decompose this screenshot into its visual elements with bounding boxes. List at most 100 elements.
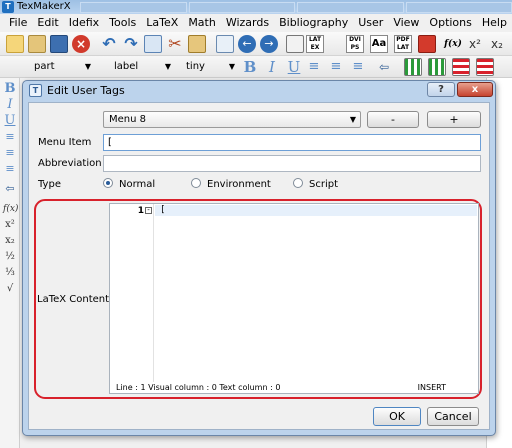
menu-edit[interactable]: Edit bbox=[32, 14, 63, 32]
subscript-superscript-icon[interactable]: x² bbox=[466, 35, 484, 53]
paste-icon[interactable] bbox=[188, 35, 206, 53]
background-tab bbox=[188, 2, 295, 13]
previous-icon[interactable]: ← bbox=[238, 35, 256, 53]
table-hline-icon[interactable] bbox=[476, 58, 494, 76]
align-left-icon[interactable]: ≡ bbox=[3, 130, 17, 144]
menu-options[interactable]: Options bbox=[424, 14, 476, 32]
radio-checked-icon bbox=[103, 178, 113, 188]
return-icon[interactable]: ⇦ bbox=[376, 59, 392, 75]
cut-icon[interactable]: ✂ bbox=[166, 35, 184, 53]
menu-tools[interactable]: Tools bbox=[104, 14, 141, 32]
bold-icon[interactable]: B bbox=[242, 59, 258, 75]
underline-icon[interactable]: U bbox=[3, 114, 17, 128]
chevron-down-icon: ▼ bbox=[164, 62, 171, 71]
references-combo[interactable]: label ▼ bbox=[110, 59, 174, 75]
fraction-icon[interactable]: ½ bbox=[3, 250, 17, 264]
structure-view-icon[interactable] bbox=[216, 35, 234, 53]
texmakerx-app-icon: T bbox=[2, 1, 14, 13]
open-folder-icon[interactable] bbox=[28, 35, 46, 53]
main-toolbar: × ↶ ↷ ✂ ← → LAT EX DVI PS Aa PDF LAT f(x… bbox=[0, 32, 512, 56]
copy-icon[interactable] bbox=[144, 35, 162, 53]
dvi-to-ps-icon[interactable]: DVI PS bbox=[346, 35, 364, 53]
abbreviation-label: Abbreviation bbox=[38, 158, 102, 169]
undo-icon[interactable]: ↶ bbox=[100, 35, 118, 53]
size-combo[interactable]: tiny ▼ bbox=[182, 59, 238, 75]
chevron-down-icon: ▼ bbox=[349, 115, 356, 124]
next-icon[interactable]: → bbox=[260, 35, 278, 53]
insert-mode: INSERT bbox=[417, 383, 446, 392]
type-environment-radio[interactable]: Environment bbox=[191, 178, 271, 191]
math-function-icon[interactable]: f(x) bbox=[3, 202, 18, 216]
edit-user-tags-dialog: T Edit User Tags ? x Menu 8 ▼ - + Menu I… bbox=[22, 80, 496, 436]
menu-select-value: Menu 8 bbox=[109, 114, 146, 125]
pdflatex-icon[interactable]: PDF LAT bbox=[394, 35, 412, 53]
type-script-radio[interactable]: Script bbox=[293, 178, 338, 191]
background-tab bbox=[297, 2, 404, 13]
bold-icon[interactable]: B bbox=[3, 82, 17, 96]
chevron-down-icon: ▼ bbox=[84, 62, 91, 71]
underline-icon[interactable]: U bbox=[286, 59, 302, 75]
menu-item-field[interactable]: [ bbox=[103, 134, 481, 151]
radio-unchecked-icon bbox=[191, 178, 201, 188]
dialog-body: Menu 8 ▼ - + Menu Item [ Abbreviation Ty… bbox=[28, 102, 490, 430]
align-right-icon[interactable]: ≡ bbox=[350, 59, 366, 75]
superscript-icon[interactable]: x² bbox=[3, 218, 17, 232]
menu-user[interactable]: User bbox=[353, 14, 388, 32]
menu-help[interactable]: Help bbox=[477, 14, 512, 32]
table-rows-icon[interactable] bbox=[452, 58, 470, 76]
save-icon[interactable] bbox=[50, 35, 68, 53]
align-center-icon[interactable]: ≡ bbox=[328, 59, 344, 75]
radio-unchecked-icon bbox=[293, 178, 303, 188]
menu-wizards[interactable]: Wizards bbox=[221, 14, 274, 32]
tabular-icon[interactable] bbox=[404, 58, 422, 76]
align-right-icon[interactable]: ≡ bbox=[3, 162, 17, 176]
help-button[interactable]: ? bbox=[427, 82, 455, 97]
sectioning-value: part bbox=[34, 61, 55, 72]
menu-select[interactable]: Menu 8 ▼ bbox=[103, 111, 361, 128]
latex-content-label: LaTeX Content bbox=[37, 294, 110, 305]
return-icon[interactable]: ⇦ bbox=[3, 182, 17, 196]
redo-icon[interactable]: ↷ bbox=[122, 35, 140, 53]
remove-menu-button[interactable]: - bbox=[367, 111, 419, 128]
italic-icon[interactable]: I bbox=[264, 59, 280, 75]
math-function-icon[interactable]: f(x) bbox=[442, 35, 464, 53]
italic-icon[interactable]: I bbox=[3, 98, 17, 112]
menu-latex[interactable]: LaTeX bbox=[141, 14, 183, 32]
code-line[interactable]: [ bbox=[160, 205, 165, 216]
new-file-icon[interactable] bbox=[6, 35, 24, 53]
left-format-sidebar: B I U ≡ ≡ ≡ ⇦ f(x) x² x₂ ½ ⅓ √ bbox=[0, 78, 20, 448]
subscript-icon[interactable]: x₂ bbox=[3, 234, 17, 248]
align-center-icon[interactable]: ≡ bbox=[3, 146, 17, 160]
view-pdf-icon[interactable] bbox=[418, 35, 436, 53]
dialog-app-icon: T bbox=[29, 84, 42, 97]
cancel-button[interactable]: Cancel bbox=[427, 407, 479, 426]
menu-math[interactable]: Math bbox=[183, 14, 221, 32]
background-taskbar-tabs bbox=[80, 2, 512, 13]
type-environment-label: Environment bbox=[207, 179, 271, 190]
tabular-columns-icon[interactable] bbox=[428, 58, 446, 76]
dialog-title: Edit User Tags bbox=[47, 84, 125, 97]
subscript-icon[interactable]: x₂ bbox=[488, 35, 506, 53]
ok-button[interactable]: OK bbox=[373, 407, 421, 426]
dfrac-icon[interactable]: ⅓ bbox=[3, 266, 17, 280]
type-normal-radio[interactable]: Normal bbox=[103, 178, 155, 191]
chevron-down-icon: ▼ bbox=[228, 62, 235, 71]
view-dvi-icon[interactable]: Aa bbox=[370, 35, 388, 53]
size-value: tiny bbox=[186, 61, 205, 72]
menu-file[interactable]: File bbox=[4, 14, 32, 32]
menu-view[interactable]: View bbox=[388, 14, 424, 32]
type-script-label: Script bbox=[309, 179, 339, 190]
fold-marker-icon[interactable]: - bbox=[145, 207, 152, 214]
menu-idefix[interactable]: Idefix bbox=[64, 14, 104, 32]
find-icon[interactable] bbox=[286, 35, 304, 53]
add-menu-button[interactable]: + bbox=[427, 111, 481, 128]
square-root-icon[interactable]: √ bbox=[3, 282, 17, 296]
latex-compile-icon[interactable]: LAT EX bbox=[306, 35, 324, 53]
close-button[interactable]: x bbox=[457, 82, 493, 97]
sectioning-combo[interactable]: part ▼ bbox=[30, 59, 94, 75]
close-document-icon[interactable]: × bbox=[72, 35, 90, 53]
latex-content-editor[interactable]: 1 - [ Line : 1 Visual column : 0 Text co… bbox=[109, 203, 479, 394]
menu-bibliography[interactable]: Bibliography bbox=[274, 14, 353, 32]
abbreviation-field[interactable] bbox=[103, 155, 481, 172]
align-left-icon[interactable]: ≡ bbox=[306, 59, 322, 75]
